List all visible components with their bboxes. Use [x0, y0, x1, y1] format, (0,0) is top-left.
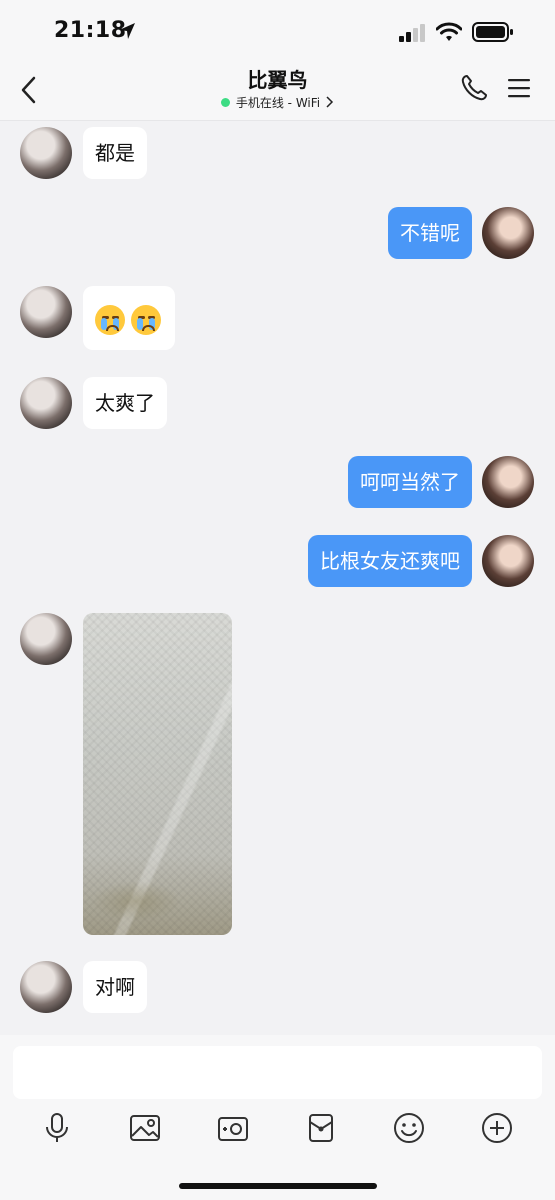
avatar[interactable] [20, 127, 72, 179]
status-bar: 21:18 [0, 0, 555, 62]
message-bubble[interactable]: 比根女友还爽吧 [308, 535, 472, 587]
input-area [0, 1035, 555, 1200]
message-bubble[interactable]: 呵呵当然了 [348, 456, 472, 508]
message-list[interactable]: 都是 不错呢 太爽了 呵呵当然了 比根女友还爽吧 对啊 [0, 121, 555, 1035]
crying-face-emoji-icon [131, 304, 161, 335]
battery-icon [472, 22, 513, 42]
avatar[interactable] [482, 535, 534, 587]
photo-icon[interactable] [129, 1112, 161, 1144]
location-arrow-icon [119, 23, 135, 39]
microphone-icon[interactable] [41, 1112, 73, 1144]
message-bubble[interactable]: 都是 [83, 127, 147, 179]
crying-face-emoji-icon [95, 304, 125, 335]
online-status-text: 手机在线 - WiFi [235, 96, 321, 110]
avatar[interactable] [20, 286, 72, 338]
online-dot [220, 98, 230, 107]
chat-header: 比翼鸟 手机在线 - WiFi [0, 62, 555, 121]
avatar[interactable] [20, 961, 72, 1013]
wifi-icon [436, 22, 462, 41]
image-message[interactable] [83, 613, 232, 935]
status-time: 21:18 [54, 18, 127, 43]
avatar[interactable] [482, 456, 534, 508]
message-bubble[interactable] [83, 286, 175, 350]
message-input[interactable] [13, 1046, 542, 1099]
chevron-right-icon [326, 96, 334, 108]
signal-icon [399, 24, 425, 42]
avatar[interactable] [20, 377, 72, 429]
camera-icon[interactable] [217, 1112, 249, 1144]
avatar[interactable] [20, 613, 72, 665]
plus-icon[interactable] [481, 1112, 513, 1144]
red-packet-icon[interactable] [305, 1112, 337, 1144]
message-bubble[interactable]: 太爽了 [83, 377, 167, 429]
avatar[interactable] [482, 207, 534, 259]
emoji-icon[interactable] [393, 1112, 425, 1144]
message-bubble[interactable]: 对啊 [83, 961, 147, 1013]
menu-icon[interactable] [507, 77, 531, 99]
home-indicator[interactable] [179, 1183, 377, 1189]
message-bubble[interactable]: 不错呢 [388, 207, 472, 259]
phone-icon[interactable] [460, 74, 488, 102]
